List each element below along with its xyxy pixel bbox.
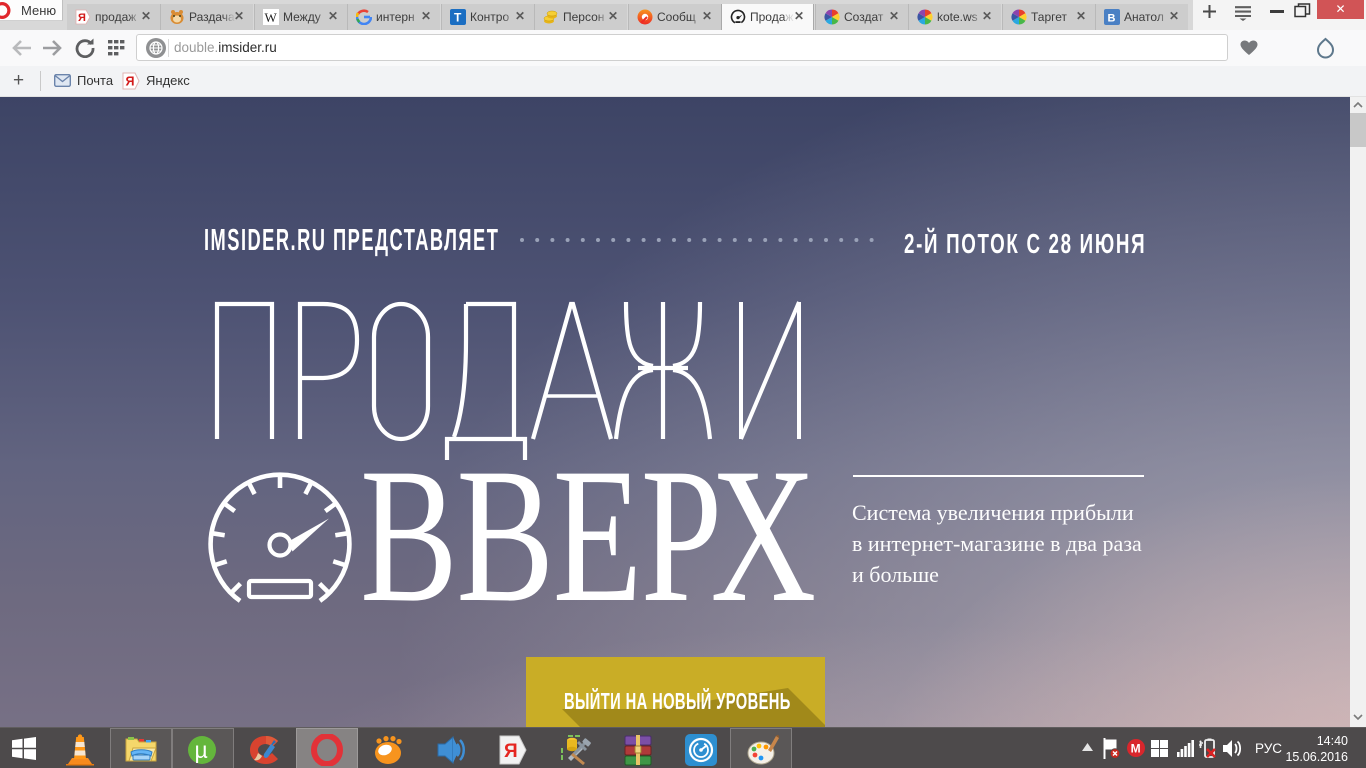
svg-text:T: T [454, 11, 462, 25]
svg-text:µ: µ [195, 737, 208, 763]
svg-text:M: M [1131, 742, 1141, 756]
svg-text:W: W [265, 10, 278, 25]
svg-text:Я: Я [504, 741, 518, 762]
svg-text:Я: Я [78, 12, 86, 24]
svg-text:В: В [1108, 13, 1116, 25]
svg-text:Я: Я [126, 75, 135, 89]
